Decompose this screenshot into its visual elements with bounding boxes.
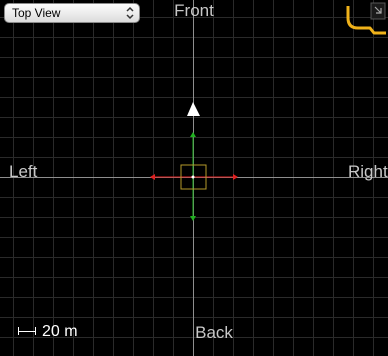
x-negative-arrow[interactable] <box>150 174 155 180</box>
y-negative-arrow[interactable] <box>190 216 196 221</box>
camera-direction-up-triangle-icon <box>187 102 200 116</box>
scale-value: 20 m <box>42 323 78 340</box>
y-positive-arrow[interactable] <box>190 132 196 137</box>
top-view-viewport[interactable]: Top View Front Back Left Right 20 m <box>0 0 388 356</box>
object-center-point[interactable] <box>191 175 195 179</box>
scale-bar-icon <box>18 327 36 337</box>
transform-gizmo[interactable] <box>0 0 388 356</box>
x-positive-arrow[interactable] <box>233 174 238 180</box>
scale-indicator: 20 m <box>18 324 78 340</box>
